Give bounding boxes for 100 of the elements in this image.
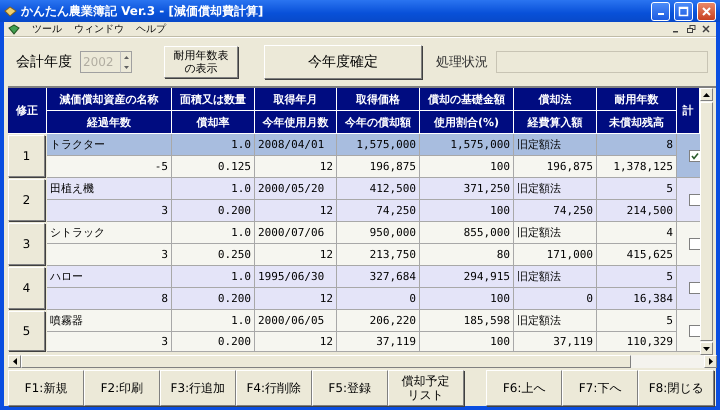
table-cell: 12	[255, 288, 337, 310]
left-arrow-icon[interactable]	[12, 358, 16, 365]
close-icon[interactable]	[700, 24, 712, 34]
calc-checkbox[interactable]	[689, 150, 700, 162]
function-button[interactable]: F6:上へ	[486, 370, 562, 406]
column-header: 減価償却資産の名称	[47, 88, 172, 111]
table-cell: 2008/04/01	[255, 134, 337, 156]
calc-checkbox[interactable]	[689, 282, 700, 294]
table-cell: 4	[597, 222, 677, 244]
table-cell: 185,598	[420, 310, 514, 332]
restore-icon[interactable]	[685, 24, 697, 34]
function-button[interactable]: F3:行追加	[160, 370, 236, 406]
table-cell: 0.200	[172, 332, 255, 352]
table-cell: 3	[47, 244, 172, 266]
table-cell: 旧定額法	[514, 310, 597, 332]
table-cell: 8	[597, 134, 677, 156]
table-cell: 5	[597, 178, 677, 200]
function-button[interactable]: F5:登録	[312, 370, 388, 406]
table-cell: 371,250	[420, 178, 514, 200]
function-button[interactable]: F1:新規	[8, 370, 84, 406]
column-header: 計	[677, 88, 700, 134]
maximize-icon	[678, 6, 689, 16]
calc-checkbox[interactable]	[689, 194, 700, 206]
down-arrow-icon[interactable]	[703, 346, 710, 350]
calc-checkbox[interactable]	[689, 238, 700, 250]
table-cell: 80	[420, 244, 514, 266]
menu-item[interactable]: ウィンドウ	[74, 22, 124, 36]
table-cell: 1995/06/30	[255, 266, 337, 288]
column-header: 未償却残高	[597, 111, 677, 134]
table-cell: 0.200	[172, 288, 255, 310]
table-cell: 37,119	[514, 332, 597, 352]
row-edit-button[interactable]: 4	[8, 267, 45, 309]
confirm-year-button[interactable]: 今年度確定	[264, 45, 422, 79]
right-arrow-icon[interactable]	[708, 358, 712, 365]
table-cell: 950,000	[337, 222, 420, 244]
life-table-button[interactable]: 耐用年数表の表示	[164, 46, 238, 78]
minimize-button[interactable]	[651, 2, 670, 20]
table-cell: 74,250	[514, 200, 597, 222]
function-button[interactable]: F7:下へ	[562, 370, 638, 406]
table-cell: 214,500	[597, 200, 677, 222]
table-cell: 196,875	[514, 156, 597, 178]
column-header: 償却率	[172, 111, 255, 134]
table-cell: 206,220	[337, 310, 420, 332]
column-header: 償却法	[514, 88, 597, 111]
table-cell: 5	[597, 310, 677, 332]
window-title: かんたん農業簿記 Ver.3 - [減価償却費計算]	[21, 2, 264, 20]
column-header: 今年の償却額	[337, 111, 420, 134]
table-cell: 5	[597, 266, 677, 288]
horizontal-scrollbar[interactable]	[8, 355, 717, 368]
column-header: 経費算入額	[514, 111, 597, 134]
menu-item[interactable]: ヘルプ	[136, 22, 166, 36]
maximize-button[interactable]	[674, 2, 693, 20]
table-cell: 旧定額法	[514, 222, 597, 244]
table-cell: 2000/07/06	[255, 222, 337, 244]
function-button[interactable]: F4:行削除	[236, 370, 312, 406]
table-cell: 1,378,125	[597, 156, 677, 178]
table-cell: 1.0	[172, 134, 255, 156]
table-cell: 37,119	[337, 332, 420, 352]
menu-item[interactable]: ツール	[32, 22, 62, 36]
table-cell: 12	[255, 244, 337, 266]
table-cell: 327,684	[337, 266, 420, 288]
table-cell: 旧定額法	[514, 266, 597, 288]
table-cell: ハロー	[47, 266, 172, 288]
table-cell: 8	[47, 288, 172, 310]
row-edit-button[interactable]: 3	[8, 223, 45, 265]
calc-checkbox[interactable]	[689, 324, 700, 336]
function-button[interactable]: F2:印刷	[84, 370, 160, 406]
row-edit-button[interactable]: 1	[8, 135, 45, 177]
function-button[interactable]: F8:閉じる	[638, 370, 714, 406]
row-edit-button[interactable]: 5	[8, 311, 45, 351]
row-edit-button[interactable]: 2	[8, 179, 45, 221]
table-cell: 0.250	[172, 244, 255, 266]
table-cell: 旧定額法	[514, 178, 597, 200]
table-cell: トラクター	[47, 134, 172, 156]
table-cell: 294,915	[420, 266, 514, 288]
status-label: 処理状況	[436, 54, 488, 71]
column-header: 修正	[8, 88, 47, 134]
function-button[interactable]: 償却予定リスト	[388, 370, 464, 406]
column-header: 今年使用月数	[255, 111, 337, 134]
table-cell: 415,625	[597, 244, 677, 266]
column-header: 使用割合(%)	[420, 111, 514, 134]
table-cell: 100	[420, 200, 514, 222]
table-cell: 旧定額法	[514, 134, 597, 156]
table-cell: 74,250	[337, 200, 420, 222]
up-arrow-icon[interactable]	[703, 92, 710, 96]
minimize-icon	[658, 13, 664, 15]
vertical-scrollbar[interactable]	[700, 88, 713, 355]
table-cell: 噴霧器	[47, 310, 172, 332]
fiscal-year-label: 会計年度	[16, 53, 72, 71]
close-button[interactable]	[697, 2, 716, 20]
table-cell: 田植え機	[47, 178, 172, 200]
spin-buttons[interactable]	[120, 51, 132, 73]
table-cell: 12	[255, 156, 337, 178]
table-cell: 1.0	[172, 222, 255, 244]
table-cell: 1,575,000	[420, 134, 514, 156]
table-cell: 110,329	[597, 332, 677, 352]
table-cell: -5	[47, 156, 172, 178]
column-header: 耐用年数	[597, 88, 677, 111]
table-cell: 1.0	[172, 310, 255, 332]
table-cell: 1.0	[172, 178, 255, 200]
